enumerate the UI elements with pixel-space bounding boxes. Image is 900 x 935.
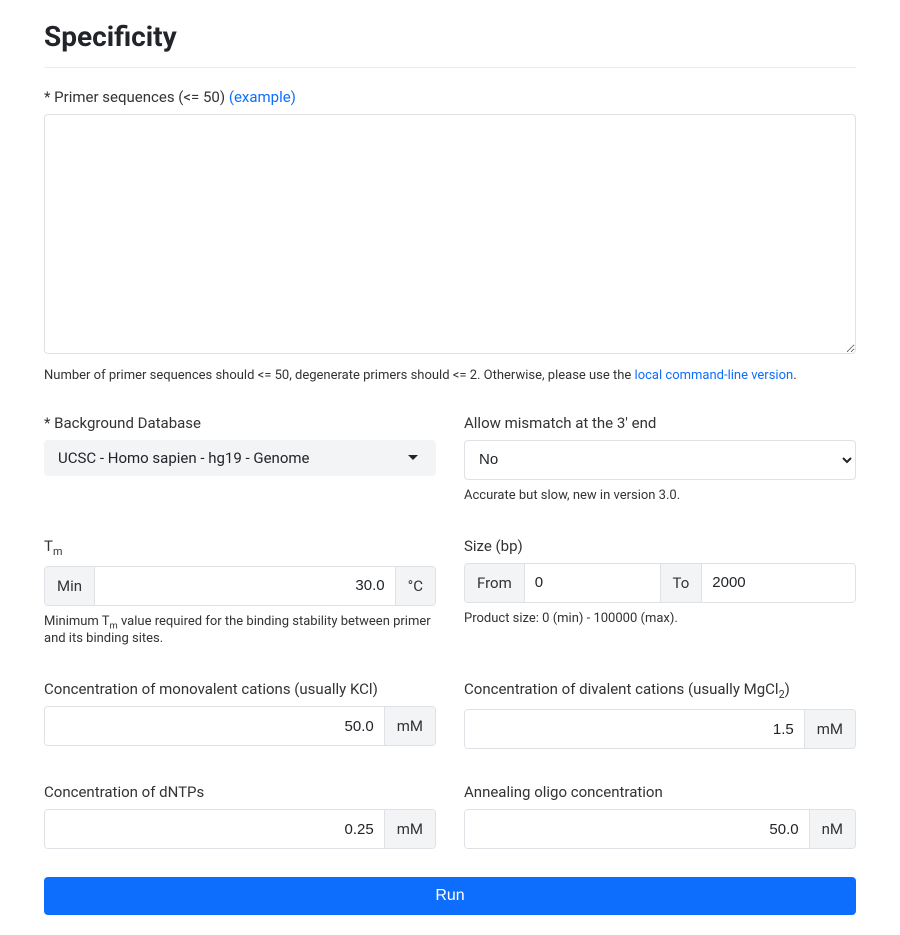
size-from-addon: From <box>465 564 525 602</box>
mismatch-label: Allow mismatch at the 3' end <box>464 414 856 432</box>
size-to-input[interactable] <box>702 564 855 602</box>
divalent-input-group: mM <box>464 709 856 749</box>
tm-hint-sub: m <box>110 620 118 631</box>
mismatch-select[interactable]: No <box>464 440 856 480</box>
background-db-selected: UCSC - Homo sapien - hg19 - Genome <box>58 449 309 467</box>
divider <box>44 67 856 68</box>
tm-unit-addon: °C <box>395 567 435 605</box>
tm-input-group: Min °C <box>44 566 436 606</box>
anneal-input-group: nM <box>464 809 856 849</box>
primer-sequences-label-text: * Primer sequences (<= 50) <box>44 88 229 106</box>
divalent-label: Concentration of divalent cations (usual… <box>464 680 856 701</box>
mismatch-col: Allow mismatch at the 3' end No Accurate… <box>464 414 856 503</box>
primer-sequences-input[interactable] <box>44 114 856 354</box>
background-db-label: * Background Database <box>44 414 436 432</box>
size-to-half: To <box>660 564 856 602</box>
divalent-unit-addon: mM <box>804 710 855 748</box>
background-db-select[interactable]: UCSC - Homo sapien - hg19 - Genome <box>44 440 436 476</box>
anneal-unit-addon: nM <box>809 810 855 848</box>
size-input-group: From To <box>464 563 856 603</box>
tm-label-main: T <box>44 537 53 555</box>
dntp-input[interactable] <box>45 810 384 848</box>
tm-min-input[interactable] <box>95 567 395 605</box>
anneal-label: Annealing oligo concentration <box>464 783 856 801</box>
example-link[interactable]: (example) <box>229 88 296 106</box>
background-db-col: * Background Database UCSC - Homo sapien… <box>44 414 436 503</box>
monovalent-label: Concentration of monovalent cations (usu… <box>44 680 436 698</box>
primer-sequences-help: Number of primer sequences should <= 50,… <box>44 366 856 386</box>
size-label: Size (bp) <box>464 537 856 555</box>
tm-hint: Minimum Tm value required for the bindin… <box>44 614 436 647</box>
anneal-col: Annealing oligo concentration nM <box>464 783 856 849</box>
tm-min-addon: Min <box>45 567 95 605</box>
chevron-down-icon <box>408 455 418 460</box>
size-col: Size (bp) From To Product size: 0 (min) … <box>464 537 856 647</box>
divalent-label-main: Concentration of divalent cations (usual… <box>464 680 779 698</box>
anneal-input[interactable] <box>465 810 809 848</box>
dntp-anneal-row: Concentration of dNTPs mM Annealing olig… <box>44 783 856 849</box>
monovalent-input[interactable] <box>45 707 384 745</box>
primer-sequences-label: * Primer sequences (<= 50) (example) <box>44 88 856 106</box>
divalent-col: Concentration of divalent cations (usual… <box>464 680 856 749</box>
size-to-addon: To <box>661 564 703 602</box>
dntp-unit-addon: mM <box>384 810 435 848</box>
monovalent-col: Concentration of monovalent cations (usu… <box>44 680 436 749</box>
run-button[interactable]: Run <box>44 877 856 915</box>
monovalent-unit-addon: mM <box>384 707 435 745</box>
dntp-col: Concentration of dNTPs mM <box>44 783 436 849</box>
tm-col: Tm Min °C Minimum Tm value required for … <box>44 537 436 647</box>
dntp-input-group: mM <box>44 809 436 849</box>
tm-label: Tm <box>44 537 436 558</box>
local-command-line-link[interactable]: local command-line version <box>635 368 794 383</box>
page-title: Specificity <box>44 20 856 53</box>
mismatch-hint: Accurate but slow, new in version 3.0. <box>464 488 856 503</box>
db-mismatch-row: * Background Database UCSC - Homo sapien… <box>44 414 856 503</box>
tm-size-row: Tm Min °C Minimum Tm value required for … <box>44 537 856 647</box>
size-from-half: From <box>465 564 660 602</box>
help-suffix: . <box>793 368 796 383</box>
tm-hint-pre: Minimum T <box>44 614 110 629</box>
divalent-input[interactable] <box>465 710 804 748</box>
primer-sequences-section: * Primer sequences (<= 50) (example) Num… <box>44 88 856 386</box>
cations-row: Concentration of monovalent cations (usu… <box>44 680 856 749</box>
tm-label-sub: m <box>53 545 62 558</box>
dntp-label: Concentration of dNTPs <box>44 783 436 801</box>
divalent-label-end: ) <box>785 680 790 698</box>
size-hint: Product size: 0 (min) - 100000 (max). <box>464 611 856 626</box>
size-from-input[interactable] <box>525 564 660 602</box>
monovalent-input-group: mM <box>44 706 436 746</box>
help-prefix: Number of primer sequences should <= 50,… <box>44 368 635 383</box>
